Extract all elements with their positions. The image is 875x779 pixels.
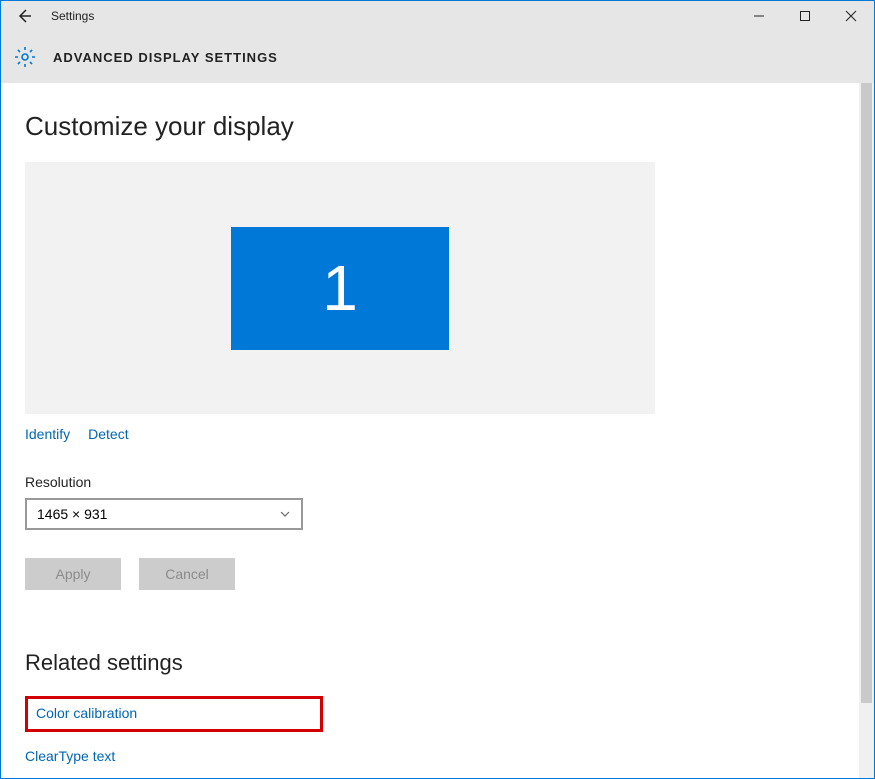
scrollbar[interactable] [859, 83, 874, 778]
window-controls [736, 1, 874, 31]
display-preview[interactable]: 1 [25, 162, 655, 414]
related-heading: Related settings [25, 650, 859, 676]
cleartype-link[interactable]: ClearType text [25, 748, 115, 764]
header-band: ADVANCED DISPLAY SETTINGS [1, 31, 874, 83]
close-button[interactable] [828, 1, 874, 31]
content-area: Customize your display 1 Identify Detect… [1, 83, 859, 778]
monitor-tile[interactable]: 1 [231, 227, 449, 350]
detect-link[interactable]: Detect [88, 426, 128, 442]
highlight-annotation: Color calibration [25, 696, 323, 732]
color-calibration-link[interactable]: Color calibration [36, 705, 137, 721]
monitor-number: 1 [322, 251, 358, 325]
maximize-button[interactable] [782, 1, 828, 31]
chevron-down-icon [279, 508, 291, 520]
back-button[interactable] [9, 1, 39, 31]
page-heading: ADVANCED DISPLAY SETTINGS [53, 50, 278, 65]
titlebar: Settings [1, 1, 874, 31]
settings-window: Settings ADVANCED DISPLAY SETTINGS Cus [0, 0, 875, 779]
scrollbar-thumb[interactable] [861, 83, 872, 703]
identify-link[interactable]: Identify [25, 426, 70, 442]
resolution-label: Resolution [25, 474, 859, 490]
apply-button: Apply [25, 558, 121, 590]
resolution-dropdown[interactable]: 1465 × 931 [25, 498, 303, 530]
minimize-button[interactable] [736, 1, 782, 31]
window-title: Settings [51, 9, 94, 23]
customize-heading: Customize your display [25, 111, 859, 142]
cancel-button: Cancel [139, 558, 235, 590]
resolution-value: 1465 × 931 [37, 506, 107, 522]
gear-icon [13, 45, 37, 69]
